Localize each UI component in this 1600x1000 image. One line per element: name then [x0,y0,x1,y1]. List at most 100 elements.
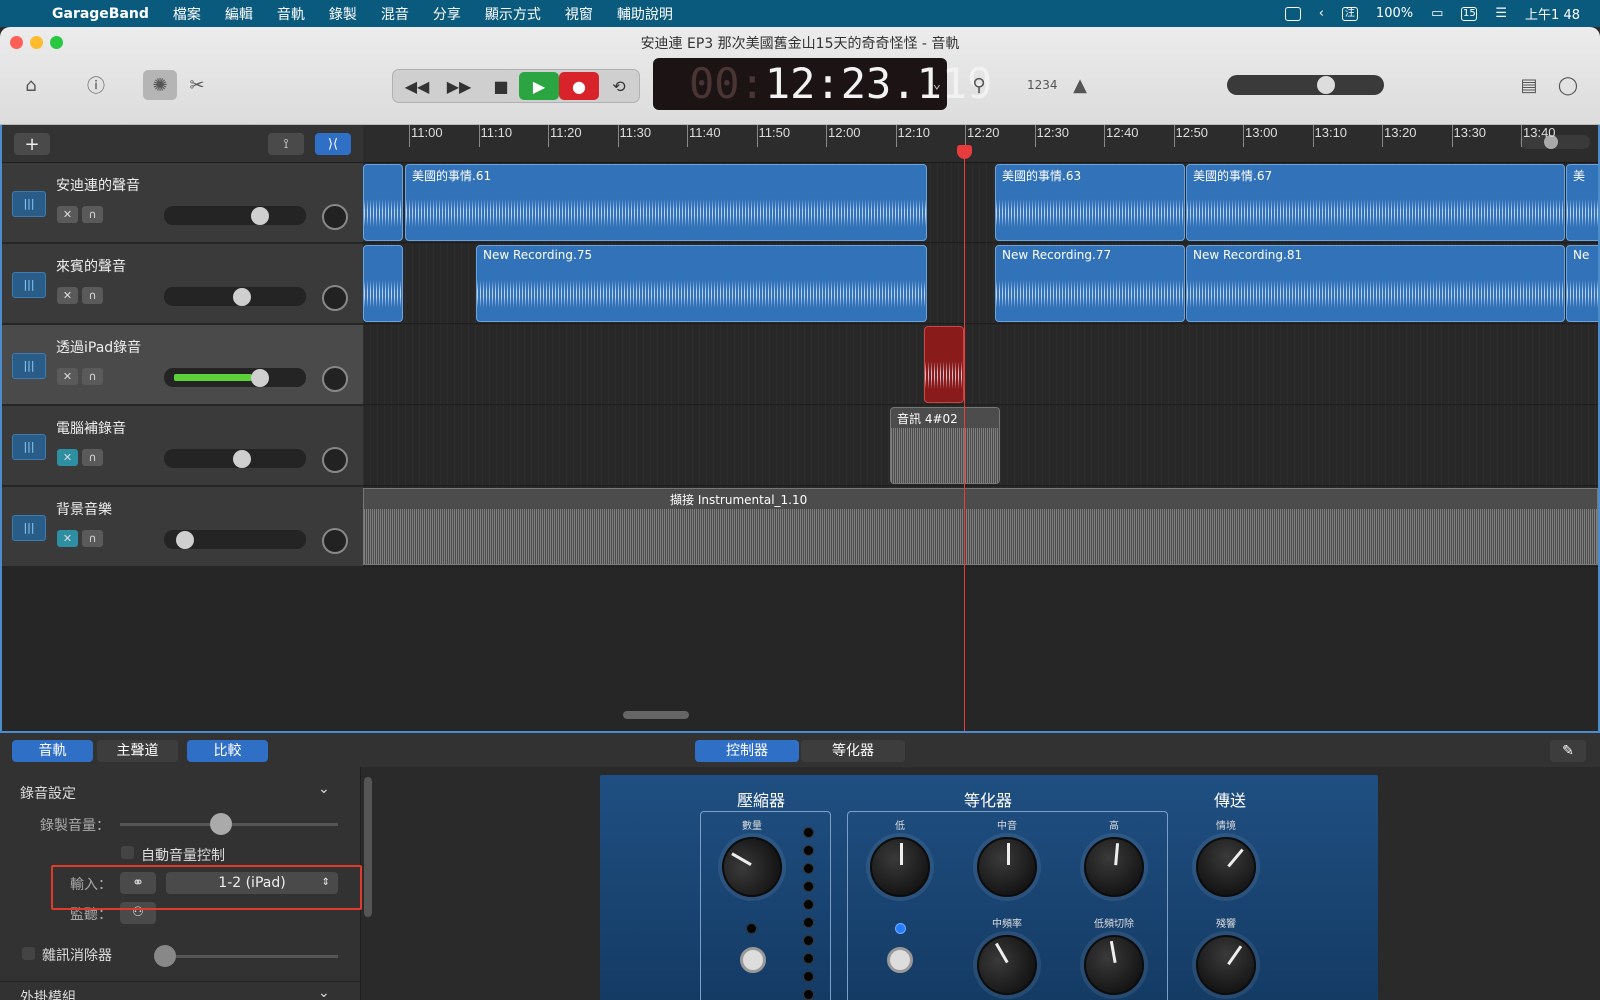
menu-help[interactable]: 輔助說明 [617,4,673,24]
mute-icon[interactable]: ✕ [57,368,78,385]
plugins-heading[interactable]: 外掛模組 [20,987,76,1000]
mute-icon[interactable]: ✕ [57,287,78,304]
headphones-icon[interactable]: ∩ [82,368,103,385]
edit-pencil-icon[interactable]: ✎ [1550,740,1586,762]
tab-eq[interactable]: 等化器 [801,740,905,762]
tab-controls[interactable]: 控制器 [695,740,799,762]
menu-mix[interactable]: 混音 [381,4,409,24]
mute-icon[interactable]: ✕ [57,206,78,223]
chevron-down-icon[interactable]: ⌄ [933,58,941,110]
region[interactable] [363,245,403,322]
horizontal-scrollbar[interactable] [623,711,689,719]
eq-toggle[interactable] [887,947,913,973]
region[interactable]: 美國的事情.61 [405,164,927,241]
volume-knob[interactable] [176,531,195,549]
compare-button[interactable]: 比較 [187,740,268,762]
automation-icon[interactable]: ⟟ [268,133,304,155]
help-icon[interactable]: ⓘ [79,70,113,100]
tab-track[interactable]: 音軌 [12,740,93,762]
noise-gate-slider[interactable] [154,945,338,967]
notepad-icon[interactable]: ▤ [1512,70,1546,100]
track-header[interactable]: ||| 透過iPad錄音 ✕ ∩ [2,325,363,405]
track-name[interactable]: 透過iPad錄音 [56,337,141,357]
menu-app[interactable]: GarageBand [52,6,149,22]
menu-clock[interactable]: 上午1 48 [1525,4,1580,23]
auto-level-checkbox[interactable] [121,846,134,859]
noise-gate-checkbox[interactable] [22,947,35,960]
ambience-knob[interactable] [1183,824,1269,910]
region[interactable]: New Recording.77 [995,245,1185,322]
smart-controls-icon[interactable]: ✺ [143,70,177,100]
menu-edit[interactable]: 編輯 [225,4,253,24]
volume-knob[interactable] [250,369,269,387]
catch-playhead-icon[interactable]: ⟩⟨ [315,133,351,155]
region[interactable]: New Recording.75 [476,245,927,322]
track-name[interactable]: 電腦補錄音 [56,418,126,438]
stop-button[interactable]: ■ [481,72,521,100]
record-level-slider[interactable] [120,813,338,835]
battery-icon[interactable]: ▭ [1431,6,1443,21]
library-icon[interactable]: ⌂ [14,70,48,100]
noise-gate-knob[interactable] [154,945,176,967]
playhead[interactable] [964,149,965,731]
volume-knob[interactable] [233,450,252,468]
fast-forward-button[interactable]: ▶▶ [439,72,479,100]
track-header[interactable]: ||| 電腦補錄音 ✕ ∩ [2,406,363,486]
region[interactable]: New Recording.81 [1186,245,1565,322]
play-button[interactable]: ▶ [519,72,559,100]
count-in-button[interactable]: 1234 [1027,78,1058,92]
chevron-down-icon[interactable]: ⌄ [318,985,330,1000]
track-volume-slider[interactable] [164,287,306,306]
recording-settings-heading[interactable]: 錄音設定 [20,783,76,803]
region[interactable]: 音訊 4#02 [890,407,1000,484]
mute-icon[interactable]: ✕ [57,530,78,547]
scissors-icon[interactable]: ✂ [180,70,214,100]
metronome-icon[interactable]: ▲ [1063,70,1097,100]
headphones-icon[interactable]: ∩ [82,287,103,304]
track-volume-slider[interactable] [164,368,306,387]
master-volume-knob[interactable] [1317,76,1336,94]
pan-knob[interactable] [322,285,348,311]
headphones-icon[interactable]: ∩ [82,206,103,223]
inspector-scrollbar[interactable] [364,777,372,917]
lcd-display[interactable]: 00:12:23.119 ⌄ [653,58,992,110]
region[interactable]: Ne [1566,245,1598,322]
headphones-icon[interactable]: ∩ [82,530,103,547]
track-name[interactable]: 安迪連的聲音 [56,175,140,195]
region[interactable]: 美國的事情.67 [1186,164,1565,241]
mid-knob[interactable] [977,837,1037,897]
volume-knob[interactable] [250,207,269,225]
region[interactable]: 美國的事情.63 [995,164,1185,241]
track-volume-slider[interactable] [164,449,306,468]
cycle-button[interactable]: ⟲ [599,72,639,100]
timeline-ruler[interactable]: 11:00 11:10 11:20 11:30 11:40 11:50 12:00 12:10… [363,125,1598,163]
chevron-left-icon[interactable]: ‹ [1319,6,1324,21]
region[interactable] [363,164,403,241]
rewind-button[interactable]: ◀◀ [397,72,437,100]
pan-knob[interactable] [322,447,348,473]
reverb-knob[interactable] [1184,923,1268,1000]
track-header[interactable]: ||| 安迪連的聲音 ✕ ∩ [2,163,363,243]
menu-share[interactable]: 分享 [433,4,461,24]
menu-track[interactable]: 音軌 [277,4,305,24]
low-knob[interactable] [870,837,930,897]
loop-browser-icon[interactable]: ◯ [1551,70,1585,100]
track-volume-slider[interactable] [164,530,306,549]
track-name[interactable]: 背景音樂 [56,499,112,519]
track-header[interactable]: ||| 來賓的聲音 ✕ ∩ [2,244,363,324]
recording-region[interactable] [924,326,964,403]
tab-master[interactable]: 主聲道 [97,740,178,762]
record-button[interactable]: ● [559,72,599,100]
track-volume-slider[interactable] [164,206,306,225]
menu-file[interactable]: 檔案 [173,4,201,24]
master-volume-slider[interactable] [1227,75,1384,95]
calendar-icon[interactable]: 15 [1461,6,1478,21]
mute-icon[interactable]: ✕ [57,449,78,466]
chevron-down-icon[interactable]: ⌄ [318,781,330,797]
menu-window[interactable]: 視窗 [565,4,593,24]
control-center-icon[interactable]: ☰ [1495,6,1507,21]
tuner-icon[interactable]: ⚲ [962,70,996,100]
menu-view[interactable]: 顯示方式 [485,4,541,24]
track-name[interactable]: 來賓的聲音 [56,256,126,276]
compressor-toggle[interactable] [740,947,766,973]
